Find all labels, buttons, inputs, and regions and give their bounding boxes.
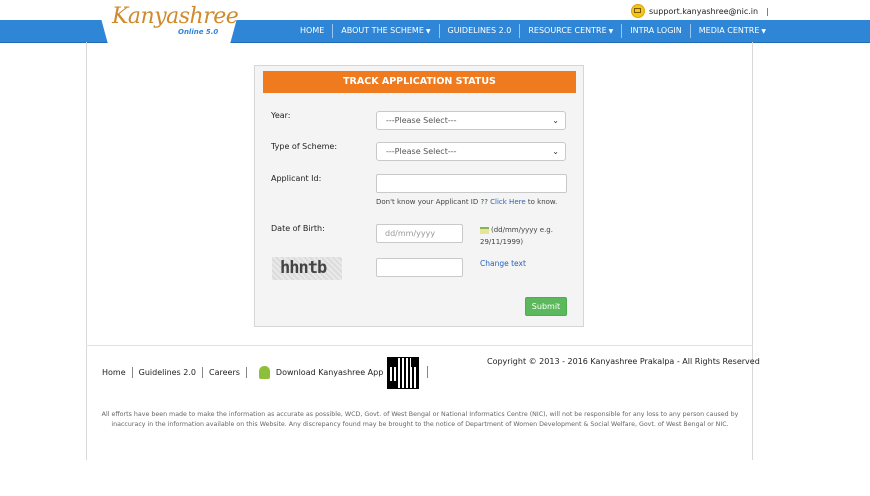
nav-about-the-scheme[interactable]: ABOUT THE SCHEME ▼ <box>333 24 440 38</box>
scheme-select[interactable]: ---Please Select--- ⌄ <box>376 142 566 161</box>
qr-code-icon[interactable] <box>387 357 419 389</box>
content-border-right <box>752 42 753 460</box>
footer-link-guidelines[interactable]: Guidelines 2.0 <box>133 367 203 378</box>
caret-down-icon: ▼ <box>425 28 431 35</box>
caret-down-icon: ▼ <box>608 28 614 35</box>
separator <box>427 366 428 378</box>
logo-text[interactable]: Kanyashree <box>112 4 239 29</box>
panel-title: TRACK APPLICATION STATUS <box>263 71 576 93</box>
disclaimer-text: All efforts have been made to make the i… <box>101 411 739 428</box>
android-icon[interactable] <box>258 366 270 379</box>
footer-link-home[interactable]: Home <box>96 367 133 378</box>
calendar-icon[interactable] <box>480 226 489 234</box>
applicant-id-label: Applicant Id: <box>271 174 322 183</box>
footer-link-careers[interactable]: Careers <box>203 367 247 378</box>
applicant-id-input[interactable] <box>376 174 567 193</box>
main-nav: HOME ABOUT THE SCHEME ▼ GUIDELINES 2.0 RE… <box>292 20 774 42</box>
year-label: Year: <box>271 111 291 120</box>
track-status-panel <box>254 65 584 327</box>
copyright-text: Copyright © 2013 - 2016 Kanyashree Praka… <box>487 357 760 366</box>
dob-input[interactable]: dd/mm/yyyy <box>376 224 463 243</box>
chevron-down-icon: ⌄ <box>552 147 559 156</box>
footer-divider <box>86 345 753 346</box>
nav-guidelines[interactable]: GUIDELINES 2.0 <box>440 24 521 38</box>
dob-label: Date of Birth: <box>271 224 325 233</box>
footer-links: Home Guidelines 2.0 Careers Download Kan… <box>96 366 383 379</box>
content-border-left <box>86 42 87 460</box>
submit-button[interactable]: Submit <box>525 297 567 316</box>
year-select[interactable]: ---Please Select--- ⌄ <box>376 111 566 130</box>
support-email[interactable]: support.kanyashree@nic.in <box>649 7 758 16</box>
dob-hint: (dd/mm/yyyy e.g. 29/11/1999) <box>480 226 553 246</box>
logo-subtitle: Online 5.0 <box>178 28 219 36</box>
caret-down-icon: ▼ <box>761 28 767 35</box>
nav-resource-centre[interactable]: RESOURCE CENTRE ▼ <box>520 24 623 38</box>
nav-home[interactable]: HOME <box>292 24 334 38</box>
click-here-link[interactable]: Click Here <box>490 198 526 206</box>
captcha-input[interactable] <box>376 258 463 277</box>
mail-icon <box>631 4 645 18</box>
separator: | <box>766 6 769 16</box>
captcha-image: hhntb <box>272 257 342 280</box>
nav-intra-login[interactable]: INTRA LOGIN <box>622 24 691 38</box>
scheme-label: Type of Scheme: <box>271 142 338 151</box>
change-text-link[interactable]: Change text <box>480 259 526 268</box>
chevron-down-icon: ⌄ <box>552 116 559 125</box>
nav-media-centre[interactable]: MEDIA CENTRE ▼ <box>691 24 774 38</box>
support-contact[interactable]: support.kanyashree@nic.in | <box>631 3 769 19</box>
download-app-link[interactable]: Download Kanyashree App <box>276 368 383 377</box>
applicant-id-hint: Don't know your Applicant ID ?? Click He… <box>376 198 558 206</box>
